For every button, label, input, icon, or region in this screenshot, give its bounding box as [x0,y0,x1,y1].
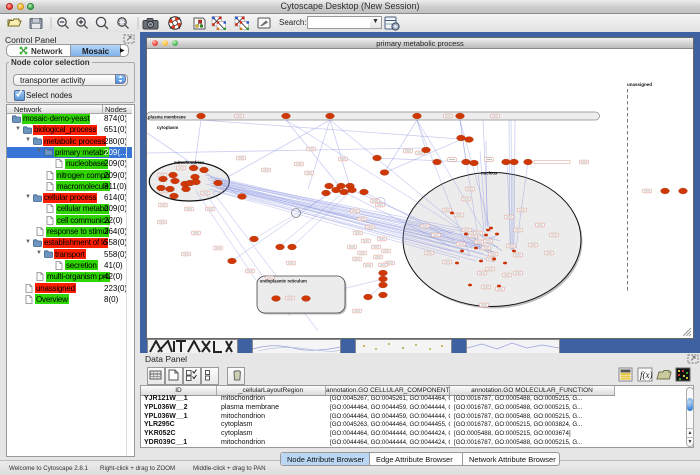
svg-text:cytoplasm: cytoplasm [157,125,178,130]
svg-text:nucleus: nucleus [481,171,498,176]
svg-text:unassigned: unassigned [627,82,652,87]
svg-text:endoplasmic reticulum: endoplasmic reticulum [260,279,307,284]
svg-text:plasma membrane: plasma membrane [148,115,186,120]
svg-text:mitochondrion: mitochondrion [174,160,204,165]
svg-text:f(x): f(x) [640,370,653,380]
